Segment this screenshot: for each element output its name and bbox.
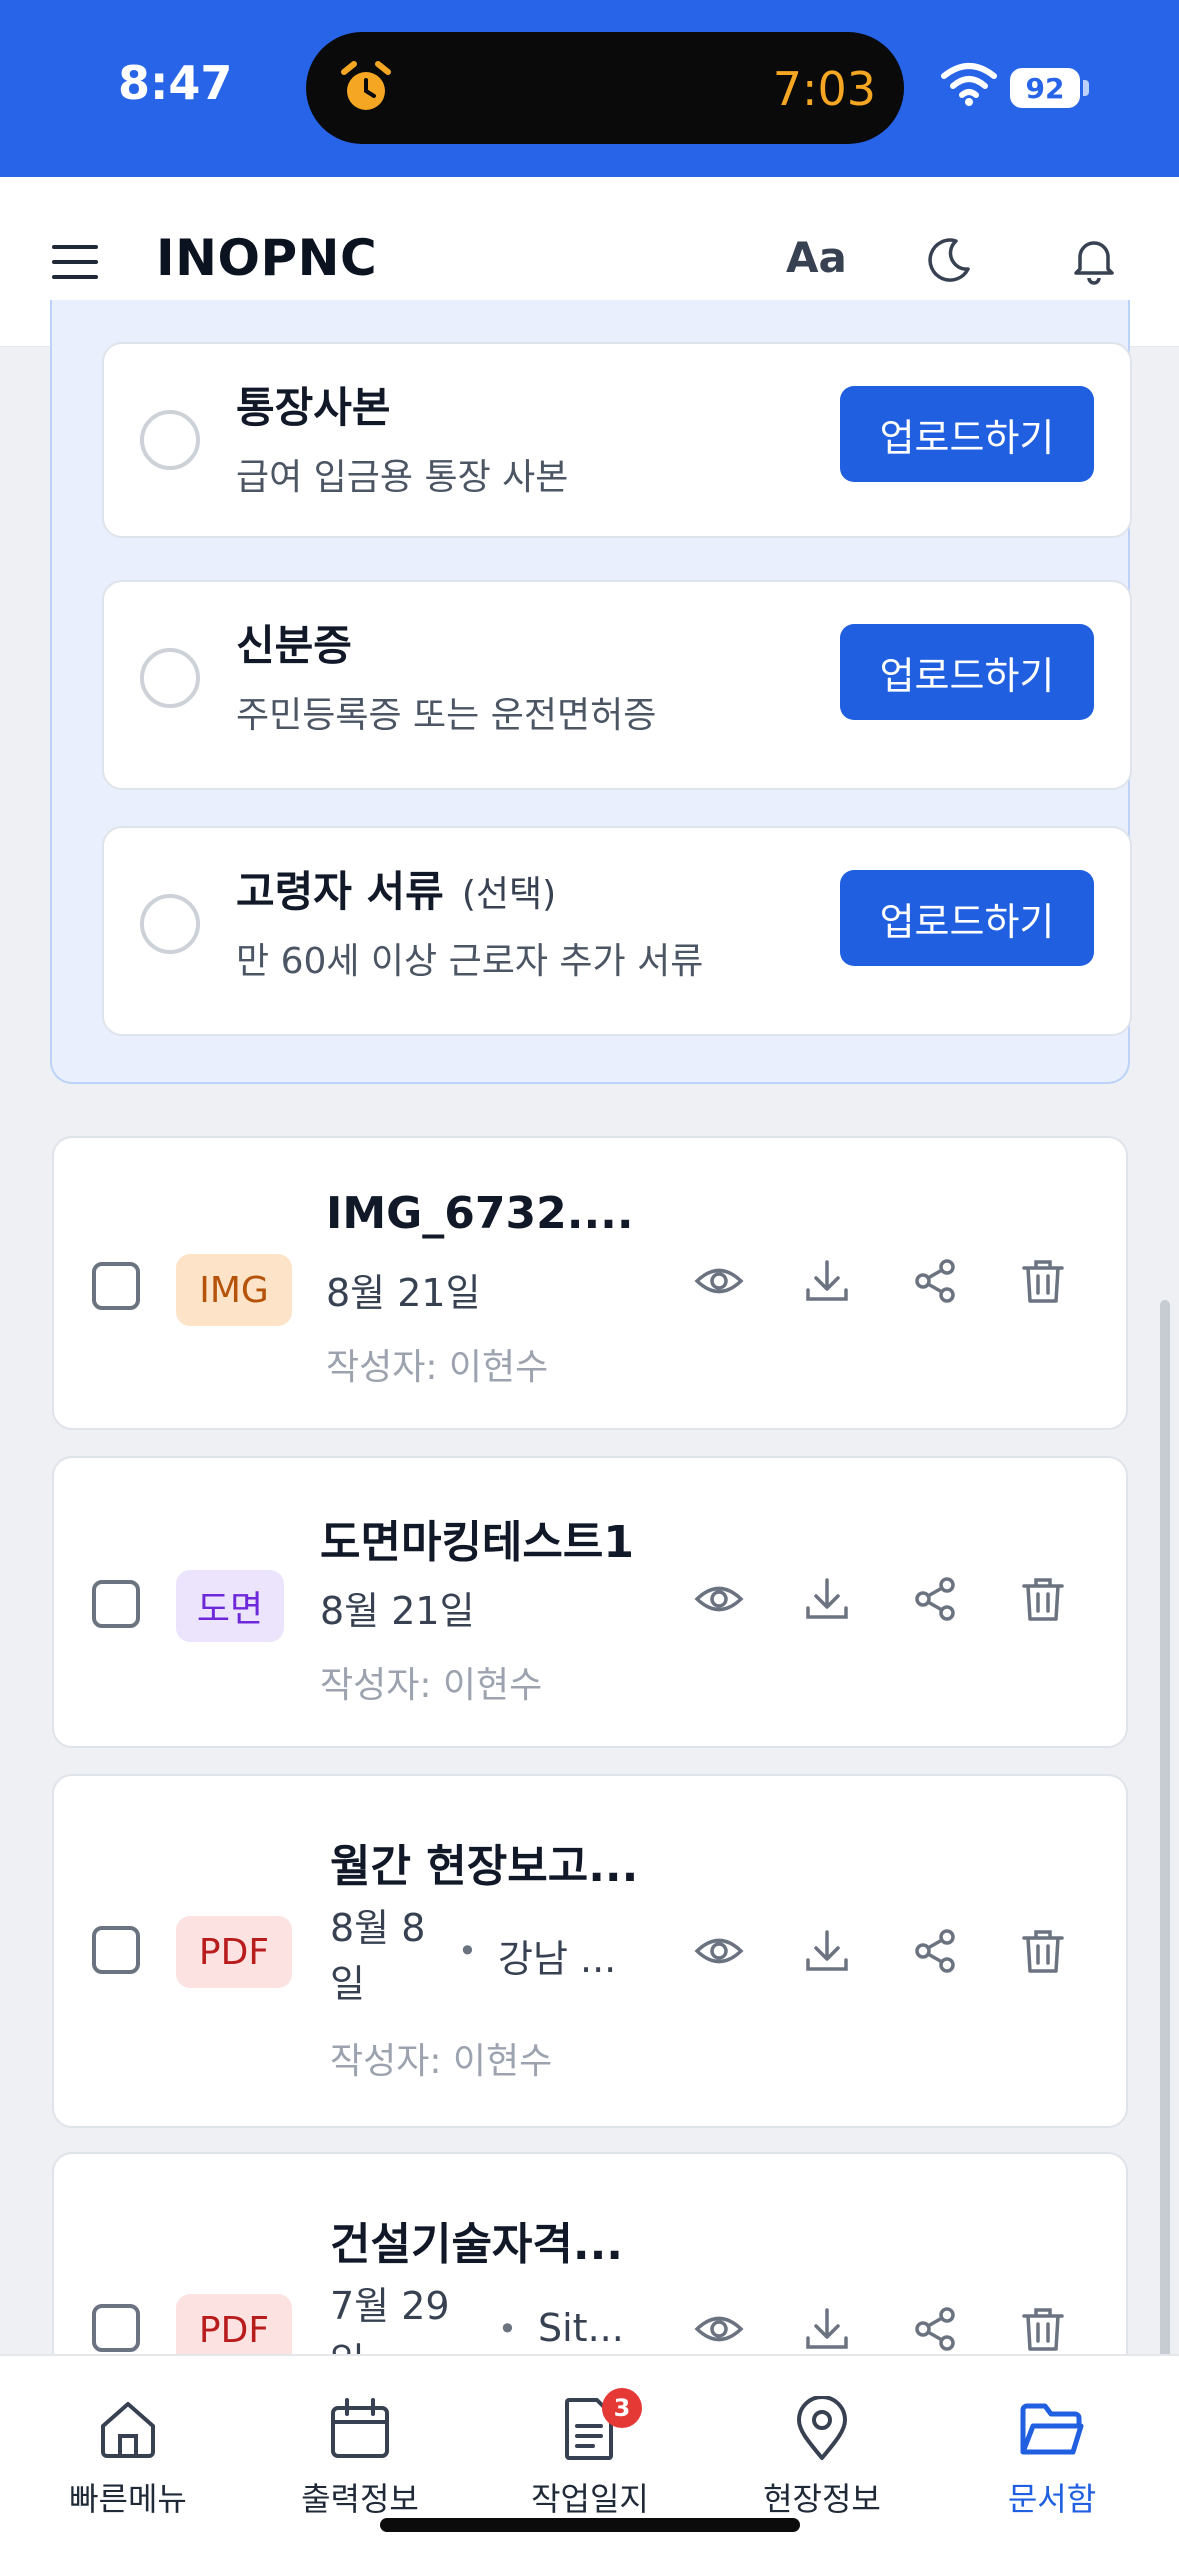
wifi-icon [941,63,997,106]
document-author: 작성자: 이현수 [320,1665,543,1706]
eye-icon[interactable] [694,2304,744,2354]
nav-item-quick-menu[interactable]: 빠른메뉴 [28,2396,228,2526]
download-icon[interactable] [802,1574,852,1624]
bell-icon[interactable] [1068,233,1120,285]
nav-item-work-log[interactable]: 3 작업일지 [490,2388,690,2526]
dynamic-island[interactable]: 7:03 [306,32,904,144]
meta-separator: • [498,2310,517,2348]
home-icon [101,2402,155,2458]
document-date: 8월 21일 [320,1589,475,1633]
required-doc-bankbook: 통장사본 급여 입금용 통장 사본 업로드하기 [102,342,1132,538]
file-type-badge: IMG [176,1254,292,1326]
document-date: 8월 21일 [326,1271,481,1315]
required-doc-title: 통장사본 [236,383,391,432]
upload-button[interactable]: 업로드하기 [840,870,1094,966]
download-icon[interactable] [802,1256,852,1306]
share-icon[interactable] [910,2304,960,2354]
share-icon[interactable] [910,1574,960,1624]
nav-item-document-box[interactable]: 문서함 [952,2396,1152,2526]
calendar-icon [331,2398,389,2458]
document-checkbox[interactable] [92,1580,140,1628]
file-type-badge: 도면 [176,1570,284,1642]
document-site: Sit... [538,2306,624,2350]
document-checkbox[interactable] [92,1262,140,1310]
nav-label: 빠른메뉴 [69,2480,187,2518]
trash-icon[interactable] [1018,2304,1068,2354]
status-time: 8:47 [118,56,233,110]
nav-label: 문서함 [1007,2480,1097,2518]
required-doc-radio[interactable] [140,894,200,954]
nav-label: 작업일지 [531,2480,649,2518]
document-title: 도면마킹테스트1 [320,1517,634,1568]
nav-item-site-info[interactable]: 현장정보 [722,2396,922,2526]
document-card[interactable]: 도면 도면마킹테스트1 8월 21일 작성자: 이현수 [52,1456,1128,1748]
document-author: 작성자: 이현수 [330,2041,553,2082]
font-size-button[interactable]: Aa [786,233,847,282]
nav-item-output-info[interactable]: 출력정보 [260,2396,460,2526]
document-checkbox[interactable] [92,1926,140,1974]
folder-icon [1020,2403,1084,2455]
required-doc-desc: 주민등록증 또는 운전면허증 [236,695,657,736]
required-doc-title: 고령자 서류 (선택) [236,867,557,916]
upload-button[interactable]: 업로드하기 [840,386,1094,482]
status-bar: 8:47 7:03 92 [0,0,1179,177]
trash-icon[interactable] [1018,1256,1068,1306]
upload-button[interactable]: 업로드하기 [840,624,1094,720]
eye-icon[interactable] [694,1574,744,1624]
home-indicator[interactable] [380,2518,800,2532]
battery-cap [1083,80,1089,96]
required-doc-radio[interactable] [140,410,200,470]
required-doc-senior: 고령자 서류 (선택) 만 60세 이상 근로자 추가 서류 업로드하기 [102,826,1132,1036]
nav-label: 출력정보 [301,2480,419,2518]
trash-icon[interactable] [1018,1574,1068,1624]
map-pin-icon [797,2396,847,2460]
required-doc-desc: 만 60세 이상 근로자 추가 서류 [236,941,704,982]
meta-separator: • [458,1932,477,1970]
share-icon[interactable] [910,1926,960,1976]
notification-badge: 3 [602,2388,642,2428]
share-icon[interactable] [910,1256,960,1306]
required-doc-radio[interactable] [140,648,200,708]
timer-readout: 7:03 [772,62,876,116]
download-icon[interactable] [802,1926,852,1976]
document-title: IMG_6732.... [326,1188,634,1239]
document-checkbox[interactable] [92,2304,140,2352]
required-doc-id-card: 신분증 주민등록증 또는 운전면허증 업로드하기 [102,580,1132,790]
battery-indicator: 92 [1010,68,1080,108]
required-doc-desc: 급여 입금용 통장 사본 [236,457,569,498]
document-site: 강남 ... [498,1937,617,1981]
hamburger-menu-icon[interactable] [50,237,100,287]
app-title: INOPNC [156,229,378,287]
file-type-badge: PDF [176,1916,292,1988]
eye-icon[interactable] [694,1256,744,1306]
document-date: 8월 8일 [330,1906,426,2006]
trash-icon[interactable] [1018,1926,1068,1976]
required-documents-panel: 통장사본 급여 입금용 통장 사본 업로드하기 신분증 주민등록증 또는 운전면… [50,300,1132,1084]
alarm-clock-icon [341,61,391,110]
document-card[interactable]: IMG IMG_6732.... 8월 21일 작성자: 이현수 [52,1136,1128,1430]
required-doc-title: 신분증 [236,621,352,670]
document-author: 작성자: 이현수 [326,1347,549,1388]
moon-icon[interactable] [924,235,974,285]
nav-label: 현장정보 [763,2480,881,2518]
document-title: 월간 현장보고... [330,1841,639,1892]
eye-icon[interactable] [694,1926,744,1976]
document-card[interactable]: PDF 월간 현장보고... 8월 8일 • 강남 ... 작성자: 이현수 [52,1774,1128,2128]
download-icon[interactable] [802,2304,852,2354]
document-title: 건설기술자격... [330,2219,624,2270]
